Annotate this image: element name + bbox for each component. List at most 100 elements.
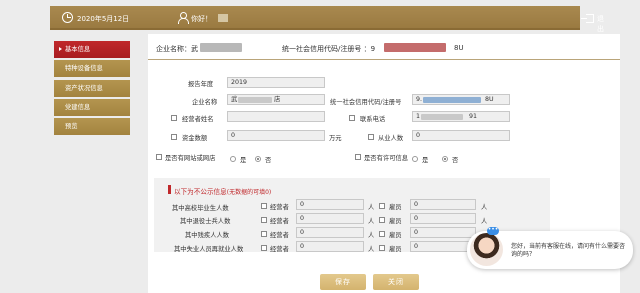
disclose-label: 是否有许可信息 (364, 155, 409, 162)
phone-label: 联系电话 (360, 116, 386, 123)
phone-value-head: 1 (416, 113, 421, 120)
section-title-text: 以下为不公示信息 (174, 188, 227, 196)
enterprise-name-label: 企业名称：武 (156, 45, 198, 53)
company-name-redacted (238, 97, 272, 103)
save-button[interactable]: 保存 (320, 274, 366, 290)
disclose-checkbox[interactable] (355, 154, 361, 160)
row-reemployed-employee-checkbox[interactable] (379, 245, 385, 251)
greeting: 你好！ (191, 15, 212, 23)
phone-checkbox[interactable] (349, 115, 355, 121)
row-disabled-employee-field[interactable]: 0 (410, 227, 476, 238)
row-veterans-employee-unit: 人 (481, 218, 488, 225)
employees-checkbox[interactable] (368, 134, 374, 140)
report-year-label: 报告年度 (188, 81, 214, 88)
row-disabled-operator-checkbox[interactable] (261, 231, 267, 237)
row-reemployed-operator-unit: 人 (368, 246, 375, 253)
row-veterans-operator-checkbox[interactable] (261, 217, 267, 223)
user-icon (178, 12, 189, 24)
company-name-field[interactable]: 武 店 (227, 94, 325, 105)
sidebar-item-special-equipment[interactable]: 特种设备信息 (54, 60, 130, 78)
report-year-field[interactable]: 2019 (227, 77, 325, 88)
disclose-no-radio[interactable] (442, 156, 448, 162)
employees-field[interactable]: 0 (412, 130, 510, 141)
row-disabled-employee-checkbox[interactable] (379, 231, 385, 237)
operator-checkbox[interactable] (171, 115, 177, 121)
employees-label: 从业人数 (378, 135, 404, 142)
row-reemployed-employee-label: 雇员 (389, 246, 402, 253)
capital-unit: 万元 (329, 135, 342, 142)
row-reemployed-operator-field[interactable]: 0 (296, 241, 364, 252)
clock-icon (62, 12, 73, 23)
enterprise-header: 企业名称：武 统一社会信用代码/注册号 ：9 8U (148, 34, 620, 60)
chat-message: 您好，当前有客服在线，请问有什么需要咨询的吗？ (511, 243, 626, 258)
company-name-tail: 店 (274, 96, 281, 103)
row-veterans-operator-field[interactable]: 0 (296, 213, 364, 224)
credit-code-field[interactable]: 9. 8U (412, 94, 510, 105)
row-reemployed-operator-label: 经营者 (270, 246, 289, 253)
row-graduates-operator-field[interactable]: 0 (296, 199, 364, 210)
close-button[interactable]: 关闭 (373, 274, 419, 290)
row-veterans-operator-label: 经营者 (270, 218, 289, 225)
disclose-no-label: 否 (452, 157, 459, 164)
phone-field[interactable]: 1 91 (412, 111, 510, 122)
credit-code-field-label: 统一社会信用代码/注册号 (330, 99, 402, 106)
row-graduates-employee-checkbox[interactable] (379, 203, 385, 209)
sidebar-item-party[interactable]: 党建信息 (54, 98, 130, 116)
row-graduates-employee-field[interactable]: 0 (410, 199, 476, 210)
capital-checkbox[interactable] (171, 134, 177, 140)
company-name-value: 武 (231, 96, 238, 103)
section-note: (无数据的可填0) (226, 189, 272, 196)
credit-code-field-tail: 8U (485, 96, 494, 103)
operator-field[interactable] (227, 111, 325, 122)
row-disabled-employee-label: 雇员 (389, 232, 402, 239)
row-graduates-operator-unit: 人 (368, 204, 375, 211)
credit-code-redacted (384, 43, 446, 52)
credit-code-value: 9. (416, 96, 423, 103)
agent-avatar (470, 233, 503, 266)
row-graduates-operator-checkbox[interactable] (261, 203, 267, 209)
row-graduates-employee-unit: 人 (481, 204, 488, 211)
current-date: 2020年5月12日 (77, 15, 130, 23)
website-no-label: 否 (265, 157, 272, 164)
company-name-label: 企业名称 (192, 99, 218, 106)
row-veterans-label: 其中退役士兵人数 (180, 218, 231, 225)
row-veterans-employee-field[interactable]: 0 (410, 213, 476, 224)
row-graduates-employee-label: 雇员 (389, 204, 402, 211)
section-title: 以下为不公示信息(无数据的可填0) (174, 186, 271, 196)
sidebar: 基本信息 特种设备信息 资产状况信息 党建信息 预览 (54, 41, 130, 137)
website-yes-label: 是 (240, 157, 247, 164)
website-label: 是否有网站或网店 (165, 155, 216, 162)
sidebar-item-basic-info[interactable]: 基本信息 (54, 41, 130, 58)
row-disabled-operator-unit: 人 (368, 232, 375, 239)
credit-code-label: 统一社会信用代码/注册号 ：9 (282, 45, 376, 53)
disclose-yes-label: 是 (422, 157, 429, 164)
row-disabled-operator-label: 经营者 (270, 232, 289, 239)
capital-label: 资金数额 (182, 135, 208, 142)
logout-icon (581, 14, 594, 23)
credit-code-tail: 8U (454, 44, 464, 52)
website-no-radio[interactable] (255, 156, 261, 162)
website-yes-radio[interactable] (230, 156, 236, 162)
chat-dots-icon: ••• (487, 226, 499, 235)
row-reemployed-operator-checkbox[interactable] (261, 245, 267, 251)
capital-field[interactable]: 0 (227, 130, 325, 141)
row-disabled-operator-field[interactable]: 0 (296, 227, 364, 238)
sidebar-item-preview[interactable]: 预览 (54, 118, 130, 136)
enterprise-name-redacted (200, 43, 242, 52)
row-veterans-employee-checkbox[interactable] (379, 217, 385, 223)
operator-label: 经营者姓名 (182, 116, 214, 123)
website-checkbox[interactable] (156, 154, 162, 160)
credit-code-field-redacted (423, 97, 481, 103)
customer-service-chat[interactable]: ••• 您好，当前有客服在线，请问有什么需要咨询的吗？ (467, 227, 633, 269)
phone-value-tail: 91 (469, 113, 478, 120)
row-reemployed-label: 其中失业人员再就业人数 (174, 246, 244, 253)
username-redacted (218, 14, 228, 22)
row-veterans-employee-label: 雇员 (389, 218, 402, 225)
top-bar: 2020年5月12日 你好！ 退出登录 (50, 6, 604, 53)
row-veterans-operator-unit: 人 (368, 218, 375, 225)
row-graduates-operator-label: 经营者 (270, 204, 289, 211)
phone-redacted (421, 114, 463, 120)
sidebar-item-assets[interactable]: 资产状况信息 (54, 79, 130, 97)
disclose-yes-radio[interactable] (412, 156, 418, 162)
row-disabled-label: 其中残疾人人数 (185, 232, 230, 239)
